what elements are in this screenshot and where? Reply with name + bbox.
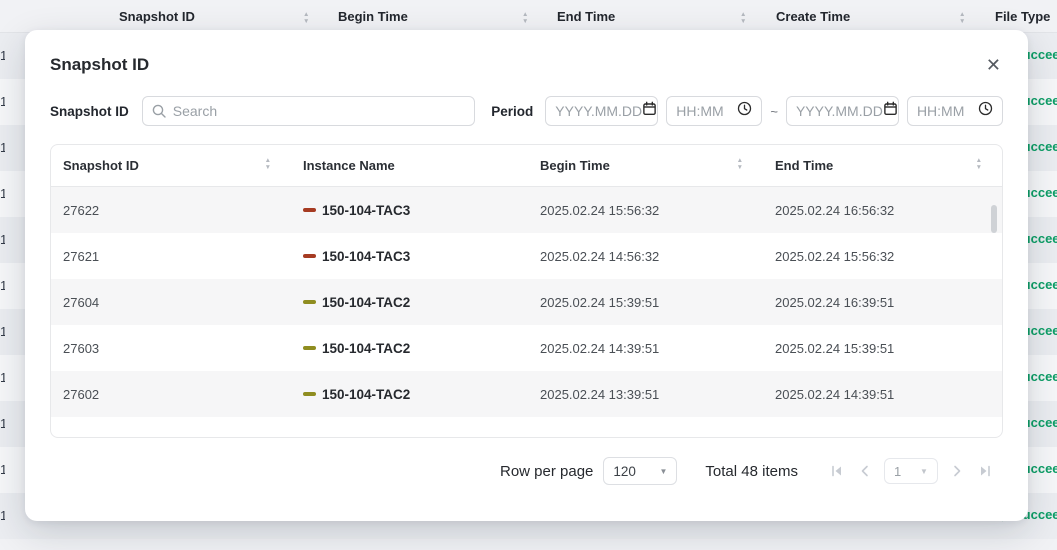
table-row[interactable]: 27604 150-104-TAC2 2025.02.24 15:39:51 2… [51, 279, 1002, 325]
sort-icon: ▲▼ [737, 158, 743, 171]
page-number-select[interactable]: 1 ▼ [884, 458, 938, 484]
end-time-cell: 2025.02.24 15:39:51 [763, 341, 1002, 356]
truncated-cell-text: 1 [0, 324, 5, 339]
search-box [142, 96, 476, 126]
begin-time-cell: 2025.02.24 14:39:51 [528, 341, 763, 356]
column-header-instance-name[interactable]: Instance Name [291, 145, 528, 186]
previous-page-button[interactable] [856, 462, 874, 480]
truncated-cell-text: 1 [0, 370, 5, 385]
column-header-begin-time[interactable]: Begin Time ▲▼ [528, 145, 763, 186]
truncated-cell-text: 1 [0, 140, 5, 155]
truncated-cell-text: 1 [0, 508, 5, 523]
table-row[interactable]: 27602 150-104-TAC2 2025.02.24 13:39:51 2… [51, 371, 1002, 417]
table-row[interactable]: 27621 150-104-TAC3 2025.02.24 14:56:32 2… [51, 233, 1002, 279]
bg-column-file-type[interactable]: File Type [995, 9, 1050, 24]
end-time-cell: 2025.02.24 16:56:32 [763, 203, 1002, 218]
range-separator: ~ [770, 104, 778, 119]
end-time-input[interactable]: HH:MM [907, 96, 1003, 126]
bg-column-end-time[interactable]: End Time [557, 9, 615, 24]
instance-name-cell: 150-104-TAC2 [291, 295, 528, 310]
total-items-label: Total 48 items [705, 463, 798, 480]
sort-icon: ▲▼ [976, 158, 982, 171]
truncated-cell-text: 1 [0, 462, 5, 477]
close-button[interactable]: ✕ [984, 54, 1003, 76]
truncated-cell-text: 1 [0, 48, 5, 63]
snapshot-id-cell: 27603 [51, 341, 291, 356]
instance-name-cell: 150-104-TAC3 [291, 249, 528, 264]
instance-name-cell: 150-104-TAC2 [291, 387, 528, 402]
clock-icon [737, 101, 752, 121]
begin-time-cell: 2025.02.24 13:39:51 [528, 387, 763, 402]
table-row[interactable]: 27622 150-104-TAC3 2025.02.24 15:56:32 2… [51, 187, 1002, 233]
start-date-input[interactable]: YYYY.MM.DD [545, 96, 658, 126]
instance-name-cell: 150-104-TAC2 [291, 341, 528, 356]
snapshot-table-body: 27622 150-104-TAC3 2025.02.24 15:56:32 2… [51, 187, 1002, 437]
dialog-title: Snapshot ID [50, 55, 149, 75]
bg-column-snapshot-id[interactable]: Snapshot ID [119, 9, 195, 24]
chevron-down-icon: ▼ [920, 467, 928, 476]
calendar-icon [883, 101, 898, 121]
table-row[interactable]: 27603 150-104-TAC2 2025.02.24 14:39:51 2… [51, 325, 1002, 371]
background-table-header: Snapshot ID ▲▼ Begin Time ▲▼ End Time ▲▼… [0, 0, 1057, 33]
column-header-end-time[interactable]: End Time ▲▼ [763, 145, 1002, 186]
snapshot-id-cell: 27604 [51, 295, 291, 310]
next-page-button[interactable] [948, 462, 966, 480]
end-time-cell: 2025.02.24 14:39:51 [763, 387, 1002, 402]
snapshot-id-dialog: Snapshot ID ✕ Snapshot ID Period YYYY.MM… [25, 30, 1028, 521]
clock-icon [978, 101, 993, 121]
sort-icon: ▲▼ [265, 158, 271, 171]
truncated-cell-text: 1 [0, 232, 5, 247]
instance-color-icon [303, 346, 316, 350]
search-input[interactable] [142, 96, 476, 126]
bg-column-create-time[interactable]: Create Time [776, 9, 850, 24]
instance-name-cell: 150-104-TAC3 [291, 203, 528, 218]
sort-icon[interactable]: ▲▼ [522, 12, 528, 25]
truncated-cell-text: 1 [0, 278, 5, 293]
sort-icon[interactable]: ▲▼ [959, 12, 965, 25]
snapshot-id-cell: 27602 [51, 387, 291, 402]
period-label: Period [491, 104, 533, 119]
chevron-down-icon: ▼ [659, 467, 667, 476]
instance-color-icon [303, 208, 316, 212]
search-field-label: Snapshot ID [50, 104, 129, 119]
truncated-cell-text: 1 [0, 416, 5, 431]
end-time-cell: 2025.02.24 15:56:32 [763, 249, 1002, 264]
begin-time-cell: 2025.02.24 15:39:51 [528, 295, 763, 310]
snapshot-table: Snapshot ID ▲▼ Instance Name Begin Time … [50, 144, 1003, 438]
first-page-button[interactable] [828, 462, 846, 480]
snapshot-id-cell: 27621 [51, 249, 291, 264]
scrollbar-thumb[interactable] [991, 205, 997, 233]
pagination: 1 ▼ [828, 458, 994, 484]
instance-color-icon [303, 392, 316, 396]
instance-color-icon [303, 254, 316, 258]
snapshot-id-cell: 27622 [51, 203, 291, 218]
end-date-input[interactable]: YYYY.MM.DD [786, 96, 899, 126]
last-page-button[interactable] [976, 462, 994, 480]
instance-color-icon [303, 300, 316, 304]
rows-per-page-select[interactable]: 120 ▼ [603, 457, 677, 485]
begin-time-cell: 2025.02.24 14:56:32 [528, 249, 763, 264]
rows-per-page-label: Row per page [500, 463, 593, 480]
end-time-cell: 2025.02.24 16:39:51 [763, 295, 1002, 310]
bg-column-begin-time[interactable]: Begin Time [338, 9, 408, 24]
snapshot-page: Snapshot ID ▲▼ Begin Time ▲▼ End Time ▲▼… [0, 0, 1057, 550]
begin-time-cell: 2025.02.24 15:56:32 [528, 203, 763, 218]
truncated-cell-text: 1 [0, 94, 5, 109]
truncated-cell-text: 1 [0, 186, 5, 201]
sort-icon[interactable]: ▲▼ [303, 12, 309, 25]
search-icon [151, 103, 167, 124]
start-time-input[interactable]: HH:MM [666, 96, 762, 126]
column-header-snapshot-id[interactable]: Snapshot ID ▲▼ [51, 145, 291, 186]
sort-icon[interactable]: ▲▼ [740, 12, 746, 25]
calendar-icon [642, 101, 657, 121]
